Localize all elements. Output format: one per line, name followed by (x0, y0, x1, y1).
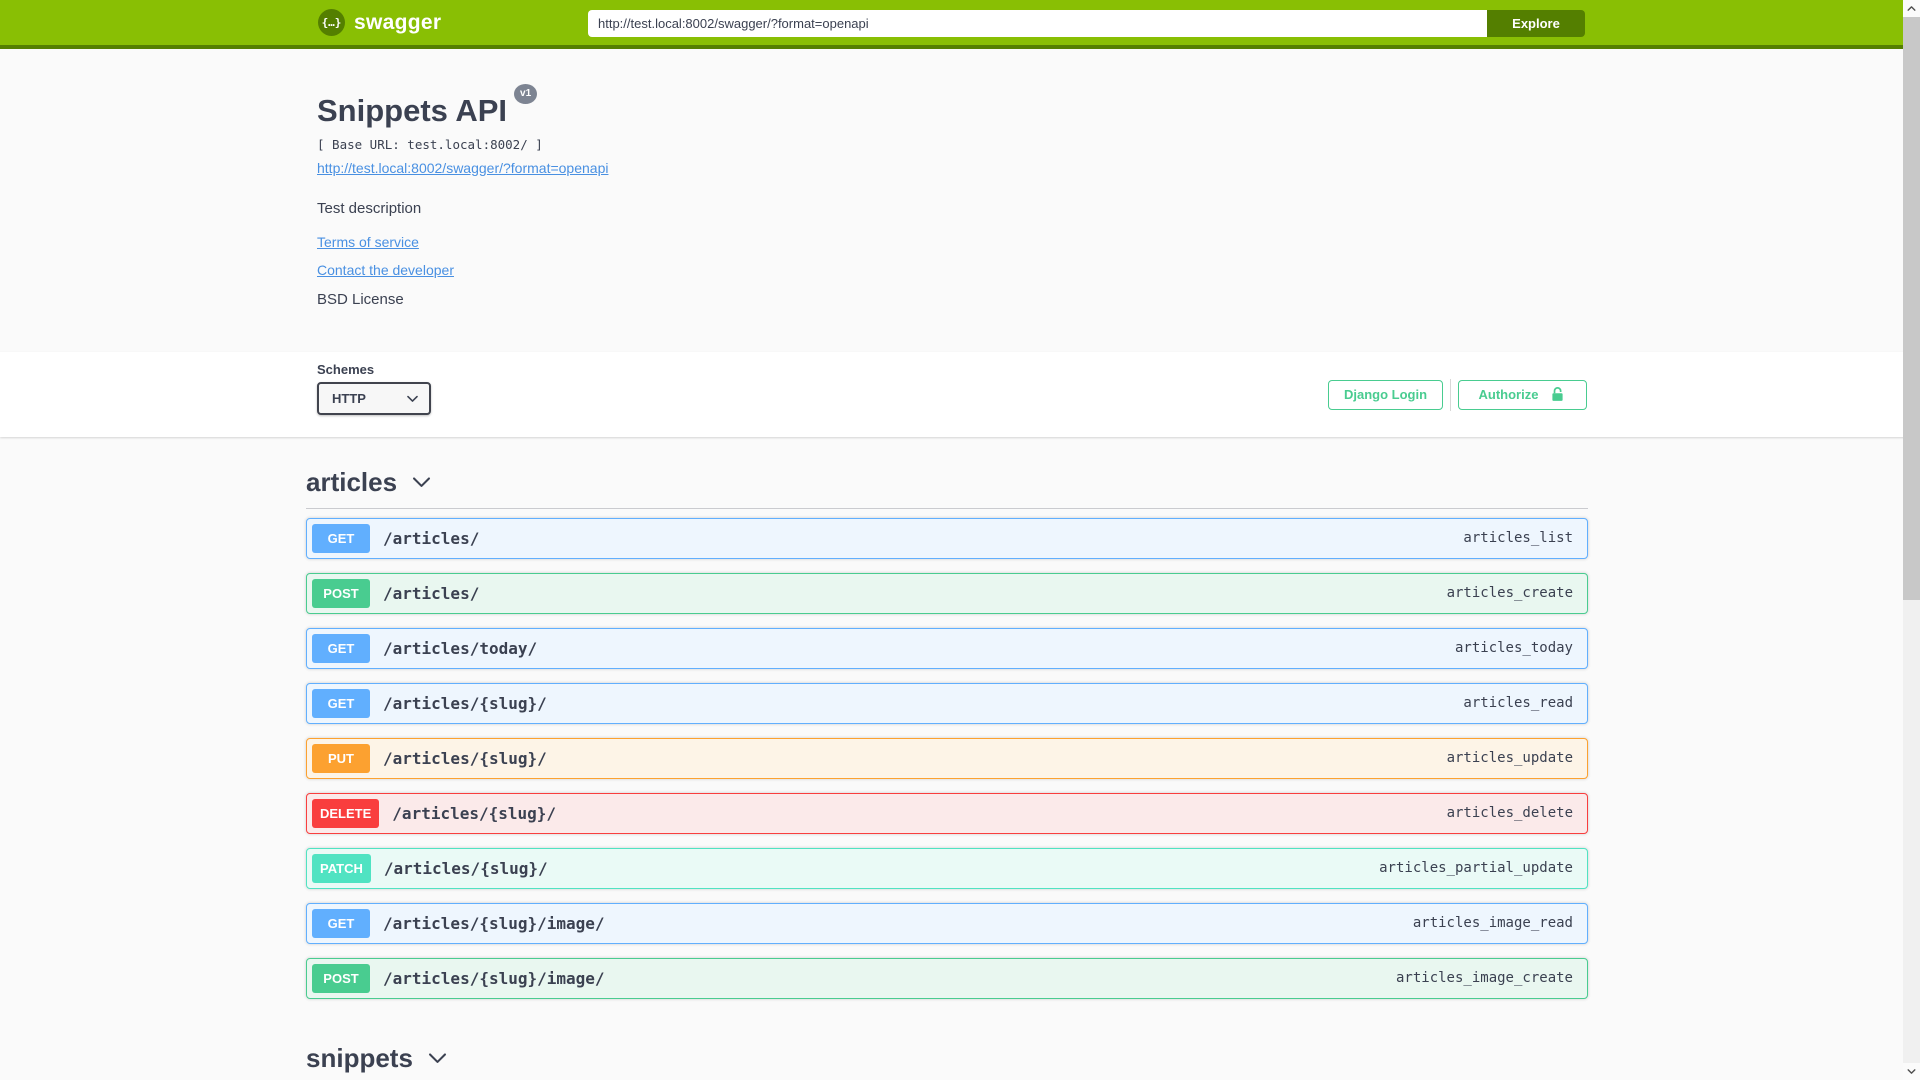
swagger-logo-label: swagger (354, 10, 442, 34)
method-badge: POST (312, 578, 370, 608)
op-list: GET /articles/ articles_list POST /artic… (306, 509, 1588, 999)
authorize-label: Authorize (1478, 387, 1539, 403)
api-title-text: Snippets API (317, 93, 508, 128)
schemes-label: Schemes (317, 361, 375, 377)
vertical-scrollbar[interactable] (1903, 0, 1920, 1080)
chevron-down-icon (428, 1053, 446, 1063)
op-path: /articles/{slug}/ (383, 748, 547, 768)
op-row[interactable]: POST /articles/{slug}/image/ articles_im… (306, 957, 1588, 999)
tag-header[interactable]: articles (306, 437, 1588, 509)
op-id: articles_list (1463, 530, 1573, 547)
tag-title: articles (306, 466, 398, 497)
spec-url-input[interactable] (588, 10, 1487, 37)
tag-title: snippets (306, 1042, 413, 1073)
django-login-button[interactable]: Django Login (1328, 379, 1443, 410)
op-id: articles_today (1454, 640, 1573, 657)
info-section: Snippets API v1 [ Base URL: test.local:80… (0, 49, 1920, 352)
op-row[interactable]: PATCH /articles/{slug}/ articles_partial… (306, 847, 1588, 889)
chevron-down-icon (407, 395, 418, 402)
scrollbar-up-button[interactable] (1903, 0, 1920, 17)
op-row[interactable]: GET /articles/today/ articles_today (306, 627, 1588, 669)
op-path: /articles/{slug}/ (383, 693, 547, 713)
scrollbar-thumb[interactable] (1903, 17, 1920, 600)
tag-header[interactable]: snippets (306, 1013, 1588, 1080)
scrollbar-down-button[interactable] (1903, 1063, 1920, 1080)
scroll-down-icon (1907, 1069, 1916, 1074)
spec-link[interactable]: http://test.local:8002/swagger/?format=o… (317, 160, 608, 176)
page-title: Snippets API v1 (317, 84, 1920, 129)
scheme-bar: Schemes HTTP Django Login Authorize (0, 351, 1920, 437)
explore-button[interactable]: Explore (1487, 10, 1585, 37)
method-badge: GET (312, 688, 370, 718)
method-badge: PUT (312, 743, 370, 773)
api-description: Test description (317, 199, 422, 217)
method-badge: GET (312, 633, 370, 663)
topbar: {…} swagger Explore (0, 0, 1920, 49)
op-path: /articles/{slug}/ (383, 858, 548, 878)
op-id: articles_image_read (1412, 915, 1573, 932)
method-badge: POST (312, 963, 370, 993)
download-url-wrapper: Explore (588, 10, 1585, 37)
unlock-icon (1552, 387, 1564, 402)
swagger-logo: {…} swagger (318, 9, 441, 36)
op-path: /articles/{slug}/ (392, 803, 557, 823)
op-id: articles_delete (1446, 805, 1573, 822)
op-path: /articles/ (383, 528, 480, 548)
op-path: /articles/{slug}/image/ (383, 968, 605, 988)
op-id: articles_create (1446, 585, 1573, 602)
license-text: BSD License (317, 290, 404, 308)
method-badge: GET (312, 523, 370, 553)
op-row[interactable]: GET /articles/ articles_list (306, 517, 1588, 559)
op-id: articles_image_create (1395, 970, 1573, 987)
auth-wrapper: Django Login Authorize (1328, 378, 1587, 411)
scroll-up-icon (1907, 6, 1916, 11)
op-path: /articles/{slug}/image/ (383, 913, 605, 933)
method-badge: PATCH (312, 853, 371, 883)
version-badge: v1 (514, 84, 538, 104)
op-row[interactable]: PUT /articles/{slug}/ articles_update (306, 737, 1588, 779)
base-url: [ Base URL: test.local:8002/ ] (317, 136, 543, 152)
op-id: articles_update (1446, 750, 1573, 767)
op-id: articles_read (1463, 695, 1573, 712)
op-row[interactable]: GET /articles/{slug}/image/ articles_ima… (306, 902, 1588, 944)
op-row[interactable]: POST /articles/ articles_create (306, 572, 1588, 614)
contact-developer-link[interactable]: Contact the developer (317, 262, 454, 278)
op-row[interactable]: DELETE /articles/{slug}/ articles_delete (306, 792, 1588, 834)
auth-separator (1450, 378, 1451, 411)
terms-of-service-link[interactable]: Terms of service (317, 234, 419, 250)
op-row[interactable]: GET /articles/{slug}/ articles_read (306, 682, 1588, 724)
chevron-down-icon (413, 477, 431, 487)
method-badge: GET (312, 908, 370, 938)
op-path: /articles/today/ (383, 638, 538, 658)
schemes-block: Schemes HTTP (317, 362, 431, 415)
scheme-selected-value: HTTP (332, 390, 366, 406)
method-badge: DELETE (312, 798, 380, 828)
op-path: /articles/ (383, 583, 480, 603)
tag-section: articles GET /articles/ articles_list PO… (306, 437, 1588, 999)
swagger-logo-icon: {…} (318, 9, 345, 36)
tag-section: snippets GET /snippets/ snippets_list (306, 1013, 1588, 1080)
authorize-button[interactable]: Authorize (1458, 379, 1587, 410)
op-id: articles_partial_update (1379, 860, 1573, 877)
operations: articles GET /articles/ articles_list PO… (0, 437, 1920, 1080)
scheme-select[interactable]: HTTP (317, 381, 431, 415)
